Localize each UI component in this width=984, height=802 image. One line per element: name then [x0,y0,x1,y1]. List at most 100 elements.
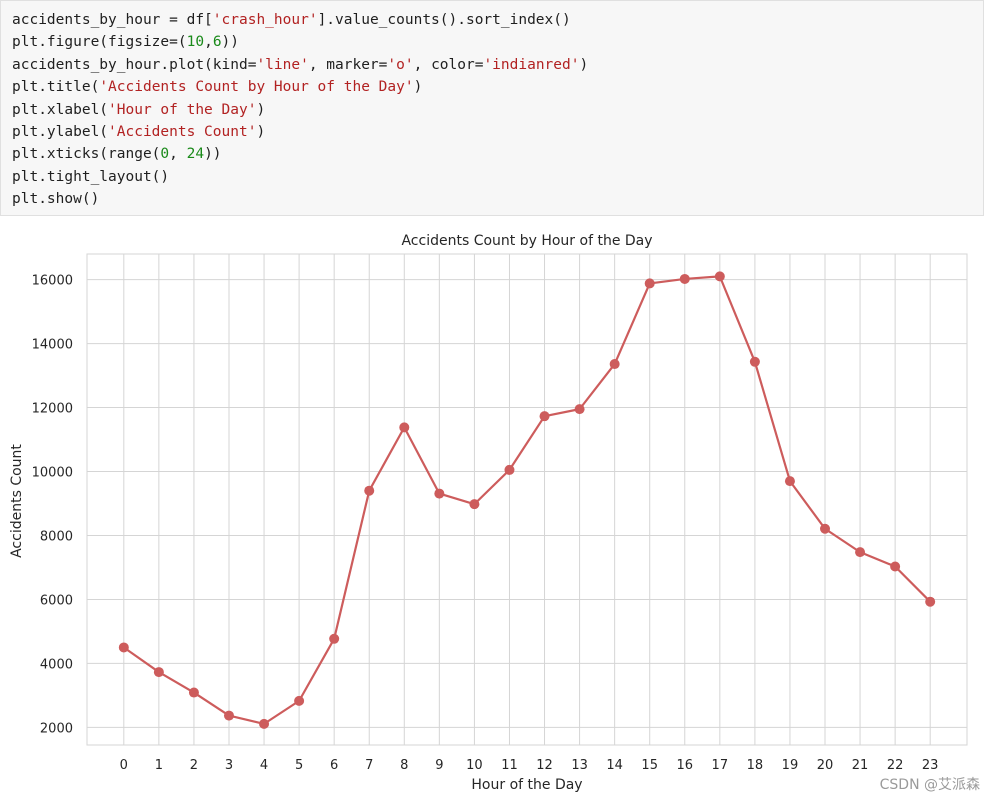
data-point [820,523,831,534]
x-tick-label: 8 [400,758,408,773]
code-token: ) [256,124,266,141]
data-point [294,695,305,706]
x-tick-label: 11 [501,758,518,773]
code-block: accidents_by_hour = df['crash_hour'].val… [1,1,983,211]
code-token: plt.tight_layout() [12,168,170,185]
x-tick-label: 21 [852,758,869,773]
code-line: plt.tight_layout() [12,166,983,188]
code-token: 6 [212,34,222,51]
y-tick-label: 8000 [40,529,73,544]
y-tick-label: 6000 [40,593,73,608]
code-token: , marker= [308,56,388,73]
x-tick-label: 16 [676,758,693,773]
data-point [504,464,515,475]
x-tick-label: 14 [606,758,623,773]
code-token: ].value_counts().sort_index() [317,12,571,28]
y-tick-label: 16000 [32,274,73,289]
chart-figure: Accidents Count by Hour of the Day 01234… [0,222,984,802]
code-line: plt.xticks(range(0, 24)) [12,143,983,165]
code-token: )) [204,146,222,163]
y-tick-label: 14000 [32,338,73,353]
x-tick-label: 5 [295,758,303,773]
code-line: plt.ylabel('Accidents Count') [12,121,983,143]
data-point [329,633,340,644]
code-token: , [169,146,187,163]
code-line: plt.title('Accidents Count by Hour of th… [12,76,983,98]
data-point [749,356,760,367]
code-token: 'indianred' [483,56,580,73]
data-point [364,485,375,496]
chart-title: Accidents Count by Hour of the Day [401,233,652,249]
data-point [855,547,866,558]
data-point [714,271,725,282]
code-token: , [204,34,213,51]
data-point [609,359,620,370]
x-tick-label: 22 [887,758,904,773]
x-tick-label: 2 [190,758,198,773]
x-tick-label: 20 [817,758,834,773]
code-token: 'Hour of the Day' [108,101,257,118]
x-tick-label: 13 [571,758,588,773]
data-point [188,687,199,698]
code-token: 'crash_hour' [212,12,318,28]
x-tick-label: 9 [435,758,443,773]
code-token: 'o' [387,56,414,73]
data-point [259,718,270,729]
x-tick-label: 6 [330,758,338,773]
x-tick-label: 1 [155,758,163,773]
code-cell[interactable]: accidents_by_hour = df['crash_hour'].val… [0,0,984,216]
x-tick-label: 3 [225,758,233,773]
data-point [644,278,655,289]
code-token: accidents_by_hour = df[ [12,12,213,28]
code-line: accidents_by_hour = df['crash_hour'].val… [12,9,983,31]
code-token: plt.xlabel( [12,101,109,118]
code-line: accidents_by_hour.plot(kind='line', mark… [12,54,983,76]
y-tick-label: 12000 [32,402,73,417]
code-token: ) [579,56,589,73]
code-token: 24 [186,146,205,163]
code-token: plt.ylabel( [12,124,109,141]
code-token: 0 [160,146,170,163]
data-point [223,710,234,721]
x-tick-label: 23 [922,758,939,773]
code-token: 'line' [256,56,309,73]
data-point [153,667,164,678]
code-token: plt.figure(figsize=( [12,34,187,51]
data-point [399,422,410,433]
code-line: plt.show() [12,188,983,210]
code-token: plt.title( [12,79,100,96]
data-point [434,488,445,499]
x-tick-label: 10 [466,758,483,773]
data-point [574,404,585,415]
code-line: plt.xlabel('Hour of the Day') [12,99,983,121]
code-token: ) [256,101,266,118]
code-token: , color= [413,56,484,73]
code-token: 'Accidents Count' [108,124,257,141]
plot-area [86,253,968,746]
watermark: CSDN @艾派森 [880,777,980,793]
x-axis-label: Hour of the Day [471,777,582,793]
data-point [925,596,936,607]
x-tick-label: 12 [536,758,553,773]
y-tick-labels: 2000 4000 6000 8000 10000 12000 14000 16000 [32,274,73,737]
x-tick-label: 4 [260,758,268,773]
x-tick-label: 7 [365,758,373,773]
x-tick-labels: 0 1 2 3 4 5 6 7 8 9 10 11 12 13 14 15 16 17 18 19 20 21 22 23 [120,758,939,773]
data-point [679,273,690,284]
code-token: plt.show() [12,191,100,208]
code-token: )) [221,34,240,51]
x-tick-label: 17 [712,758,729,773]
code-token: plt.xticks(range( [12,146,161,163]
data-point [539,411,550,422]
x-tick-label: 0 [120,758,128,773]
y-axis-label: Accidents Count [9,444,25,558]
x-tick-label: 18 [747,758,764,773]
y-tick-label: 2000 [40,721,73,736]
code-token: 10 [186,34,205,51]
x-tick-label: 19 [782,758,799,773]
y-tick-label: 10000 [32,466,73,481]
line-chart: Accidents Count by Hour of the Day 01234… [9,233,980,793]
code-token: ) [413,79,423,96]
data-point [118,642,129,653]
y-tick-label: 4000 [40,657,73,672]
